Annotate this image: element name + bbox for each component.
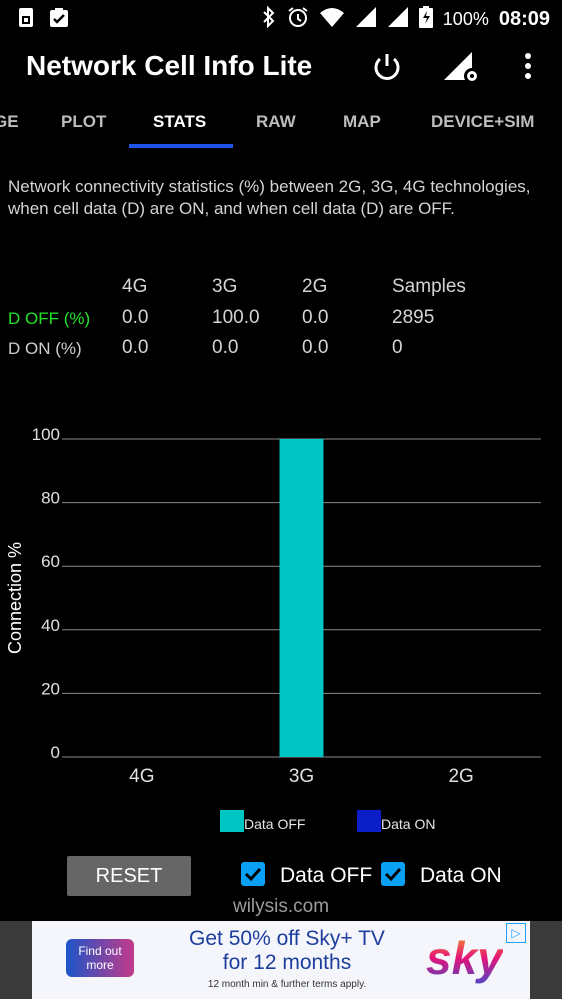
alarm-icon bbox=[287, 6, 309, 33]
more-vert-icon[interactable] bbox=[518, 50, 538, 89]
app-toolbar: Network Cell Info Lite bbox=[0, 36, 562, 98]
legend-swatch-data-off bbox=[220, 810, 244, 832]
d-off-samples: 2895 bbox=[392, 307, 435, 328]
data-on-checkbox-label[interactable]: Data ON bbox=[420, 864, 502, 888]
chart-legend: Data OFF Data ON bbox=[0, 810, 562, 840]
power-icon[interactable] bbox=[370, 50, 404, 89]
d-off-3g: 100.0 bbox=[212, 307, 260, 328]
y-axis-label: Connection % bbox=[5, 542, 25, 654]
connection-chart: 0 20 40 60 80 100 Connection % 4G 3G 2G bbox=[0, 420, 562, 800]
y-tick-label: 80 bbox=[41, 489, 60, 508]
legend-item-data-on: Data ON bbox=[357, 810, 435, 832]
y-tick-label: 0 bbox=[51, 743, 60, 762]
x-tick-label: 4G bbox=[129, 766, 154, 787]
d-on-3g: 0.0 bbox=[212, 337, 239, 358]
header-2g: 2G bbox=[302, 276, 328, 297]
signal-icon bbox=[387, 6, 409, 33]
tab-device-sim[interactable]: DEVICE+SIM bbox=[431, 112, 534, 132]
legend-label-data-on: Data ON bbox=[381, 816, 436, 832]
y-tick-label: 20 bbox=[41, 679, 60, 698]
ad-find-out-more-button[interactable]: Find out more bbox=[66, 939, 134, 977]
d-off-2g: 0.0 bbox=[302, 307, 329, 328]
legend-item-data-off: Data OFF bbox=[220, 810, 305, 832]
legend-swatch-data-on bbox=[357, 810, 381, 832]
signal-settings-icon[interactable] bbox=[442, 50, 482, 89]
x-tick-label: 2G bbox=[448, 766, 473, 787]
x-tick-label: 3G bbox=[289, 766, 314, 787]
signal-icon bbox=[355, 6, 377, 33]
stats-row-d-on: D ON (%) 0.0 0.0 0.0 0 bbox=[0, 337, 562, 367]
ad-headline: Get 50% off Sky+ TV bbox=[189, 927, 385, 950]
bar-data-off-3g bbox=[279, 439, 324, 757]
tab-stats[interactable]: STATS bbox=[153, 112, 206, 132]
y-tick-label: 40 bbox=[41, 616, 60, 635]
clipboard-check-icon bbox=[48, 7, 70, 34]
ad-text: Get 50% off Sky+ TV for 12 months 12 mon… bbox=[162, 927, 412, 990]
ad-choices-icon[interactable]: ▷ bbox=[506, 923, 526, 943]
row-label-d-off: D OFF (%) bbox=[8, 309, 91, 328]
app-title: Network Cell Info Lite bbox=[26, 50, 313, 81]
ad-banner[interactable]: Find out more Get 50% off Sky+ TV for 12… bbox=[32, 921, 530, 999]
sim-icon bbox=[16, 7, 38, 34]
data-off-checkbox-label[interactable]: Data OFF bbox=[280, 864, 372, 888]
bluetooth-icon bbox=[261, 5, 277, 33]
header-samples: Samples bbox=[392, 276, 466, 297]
ad-subheadline: for 12 months bbox=[222, 951, 352, 974]
stats-description: Network connectivity statistics (%) betw… bbox=[8, 177, 531, 218]
data-off-checkbox[interactable] bbox=[241, 862, 265, 886]
stats-row-d-off: D OFF (%) 0.0 100.0 0.0 2895 bbox=[0, 307, 562, 337]
d-on-2g: 0.0 bbox=[302, 337, 329, 358]
data-on-checkbox[interactable] bbox=[381, 862, 405, 886]
chart-controls: RESET Data OFF Data ON bbox=[0, 852, 562, 902]
ad-logo: sky bbox=[426, 932, 503, 984]
ad-banner-bar: Find out more Get 50% off Sky+ TV for 12… bbox=[0, 921, 562, 999]
tab-plot[interactable]: PLOT bbox=[61, 112, 106, 132]
battery-charging-icon bbox=[418, 6, 433, 33]
header-3g: 3G bbox=[212, 276, 238, 297]
tab-gauge[interactable]: GE bbox=[0, 112, 19, 132]
d-on-samples: 0 bbox=[392, 337, 403, 358]
chart-svg: 0 20 40 60 80 100 Connection % 4G 3G 2G bbox=[5, 425, 541, 787]
active-tab-indicator bbox=[129, 144, 233, 148]
reset-button[interactable]: RESET bbox=[67, 856, 191, 896]
row-label-d-on: D ON (%) bbox=[8, 339, 82, 358]
wifi-icon bbox=[319, 6, 345, 33]
footer-link[interactable]: wilysis.com bbox=[0, 896, 562, 918]
battery-level: 100% bbox=[442, 9, 489, 29]
legend-label-data-off: Data OFF bbox=[244, 816, 306, 832]
tab-map[interactable]: MAP bbox=[343, 112, 381, 132]
d-off-4g: 0.0 bbox=[122, 307, 149, 328]
ad-terms: 12 month min & further terms apply. bbox=[207, 979, 367, 990]
clock: 08:09 bbox=[498, 8, 550, 30]
tab-raw[interactable]: RAW bbox=[256, 112, 296, 132]
status-bar: 100% 08:09 bbox=[0, 0, 562, 36]
y-tick-label: 100 bbox=[32, 425, 60, 444]
checkmark-icon bbox=[384, 867, 402, 882]
tab-bar: GE PLOT STATS RAW MAP DEVICE+SIM bbox=[0, 98, 562, 150]
stats-header-row: 4G 3G 2G Samples bbox=[0, 276, 562, 306]
header-4g: 4G bbox=[122, 276, 148, 297]
checkmark-icon bbox=[244, 867, 262, 882]
y-tick-label: 60 bbox=[41, 552, 60, 571]
d-on-4g: 0.0 bbox=[122, 337, 149, 358]
